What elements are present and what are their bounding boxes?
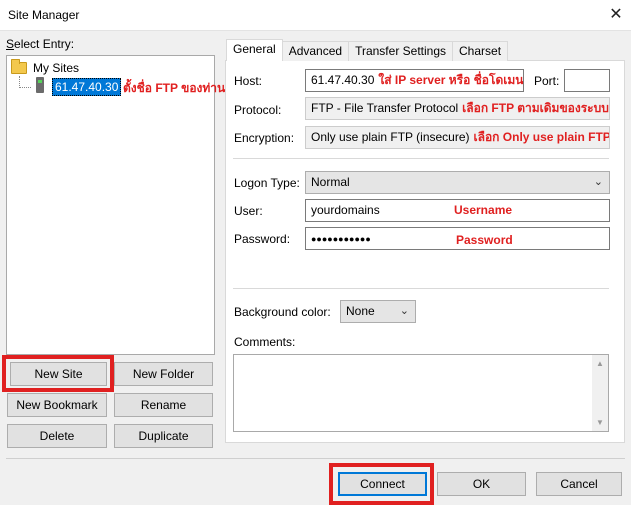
host-annotation: ใส่ IP server หรือ ชื่อโดเมนของท่าน [378,73,524,87]
port-label: Port: [534,74,560,88]
footer-separator [6,458,625,459]
scroll-up-icon[interactable]: ▲ [596,359,604,368]
tree-connector [19,87,31,88]
tree-root-my-sites[interactable]: My Sites [11,59,80,76]
tree-root-label: My Sites [33,61,80,75]
host-value: 61.47.40.30 [311,73,375,87]
title-bar: Site Manager ✕ [0,0,631,31]
ok-label: OK [472,477,491,491]
folder-icon [11,59,27,74]
encryption-select[interactable]: Only use plain FTP (insecure) เลือก Only … [305,126,610,149]
user-value: yourdomains [311,203,380,217]
chevron-down-icon: ⌄ [399,305,409,317]
new-bookmark-label: New Bookmark [16,398,98,412]
comments-scrollbar[interactable]: ▲ ▼ [592,355,608,431]
port-field[interactable] [564,69,610,92]
protocol-annotation: เลือก FTP ตามเดิมของระบบ [462,101,609,115]
new-site-highlight [2,355,114,392]
duplicate-button[interactable]: Duplicate [114,424,213,448]
new-folder-button[interactable]: New Folder [114,362,213,386]
tab-bar: General Advanced Transfer Settings Chars… [226,39,509,61]
site-name-annotation: ตั้งชื่อ FTP ของท่าน [123,81,226,95]
logon-type-value: Normal [311,175,350,189]
logon-type-label: Logon Type: [234,176,300,190]
server-icon [36,77,44,93]
delete-button[interactable]: Delete [7,424,107,448]
duplicate-label: Duplicate [138,429,189,443]
background-color-value: None [346,304,375,318]
host-field[interactable]: 61.47.40.30ใส่ IP server หรือ ชื่อโดเมนข… [305,69,524,92]
rename-button[interactable]: Rename [114,393,213,417]
select-entry-label: Select Entry: [6,37,75,51]
logon-type-select[interactable]: Normal ⌄ [305,171,610,194]
password-value: ●●●●●●●●●●● [311,234,371,244]
user-annotation: Username [454,203,513,217]
separator [233,158,609,159]
tab-advanced[interactable]: Advanced [281,41,350,61]
tab-transfer-settings[interactable]: Transfer Settings [348,41,454,61]
tab-general[interactable]: General [226,39,283,61]
host-label: Host: [234,74,263,88]
protocol-select[interactable]: FTP - File Transfer Protocol เลือก FTP ตา… [305,97,610,120]
background-color-select[interactable]: None ⌄ [340,300,416,323]
password-annotation: Password [456,233,513,247]
connect-highlight [329,463,434,505]
tab-charset[interactable]: Charset [452,41,509,61]
ok-button[interactable]: OK [437,472,526,496]
background-color-label: Background color: [234,305,331,319]
site-tree[interactable]: My Sites 61.47.40.30 ตั้งชื่อ FTP ของท่า… [6,55,225,355]
protocol-value: FTP - File Transfer Protocol [311,101,459,115]
tree-item-site[interactable]: 61.47.40.30 [52,78,122,96]
separator [233,288,609,289]
cancel-label: Cancel [560,477,598,491]
protocol-label: Protocol: [234,103,282,117]
new-bookmark-button[interactable]: New Bookmark [7,393,107,417]
delete-label: Delete [39,429,75,443]
encryption-value: Only use plain FTP (insecure) [311,130,470,144]
scroll-down-icon[interactable]: ▼ [596,418,604,427]
window-title: Site Manager [8,8,80,22]
comments-textarea[interactable]: ▲ ▼ [233,354,609,432]
password-label: Password: [234,232,291,246]
new-folder-label: New Folder [132,367,195,381]
chevron-down-icon: ⌄ [593,176,603,188]
rename-label: Rename [140,398,187,412]
encryption-label: Encryption: [234,131,295,145]
encryption-annotation: เลือก Only use plain FTP [473,130,610,144]
user-label: User: [234,204,263,218]
close-icon[interactable]: ✕ [601,0,631,30]
comments-label: Comments: [234,335,296,349]
cancel-button[interactable]: Cancel [536,472,622,496]
